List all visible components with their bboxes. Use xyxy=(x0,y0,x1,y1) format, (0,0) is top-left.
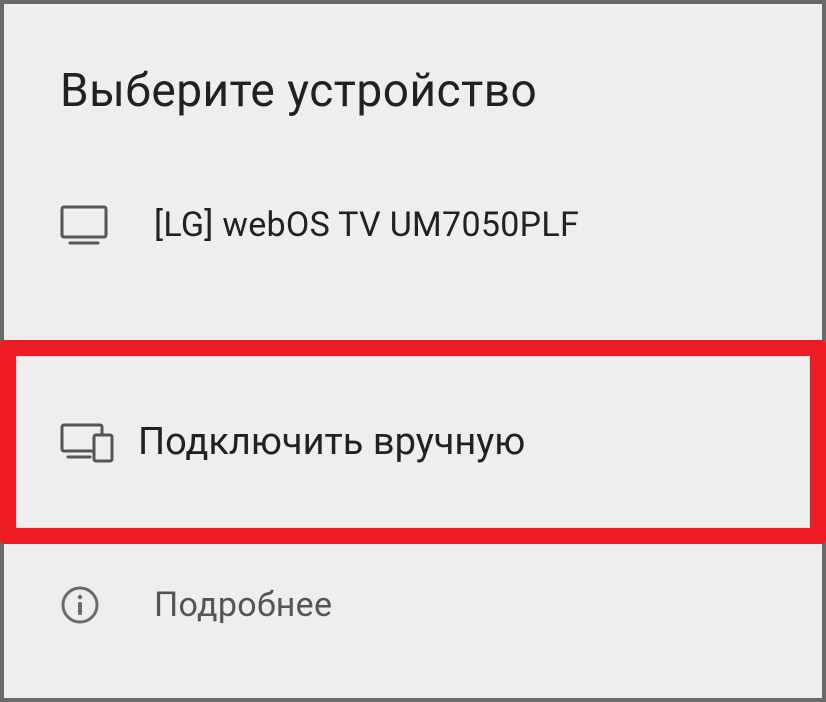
info-icon xyxy=(60,585,130,625)
select-device-dialog: Выберите устройство [LG] webOS TV UM7050… xyxy=(0,0,826,702)
learn-more-row[interactable]: Подробнее xyxy=(4,540,822,670)
tv-icon xyxy=(60,205,130,245)
manual-connect-label: Подключить вручную xyxy=(138,420,525,464)
learn-more-label: Подробнее xyxy=(154,585,332,625)
manual-connect-row[interactable]: Подключить вручную xyxy=(4,344,822,540)
manual-connect-highlight: Подключить вручную xyxy=(4,344,822,540)
devices-icon xyxy=(60,421,114,463)
device-row-lg-tv[interactable]: [LG] webOS TV UM7050PLF xyxy=(4,160,822,290)
dialog-title: Выберите устройство xyxy=(60,64,822,118)
device-label: [LG] webOS TV UM7050PLF xyxy=(154,205,579,245)
